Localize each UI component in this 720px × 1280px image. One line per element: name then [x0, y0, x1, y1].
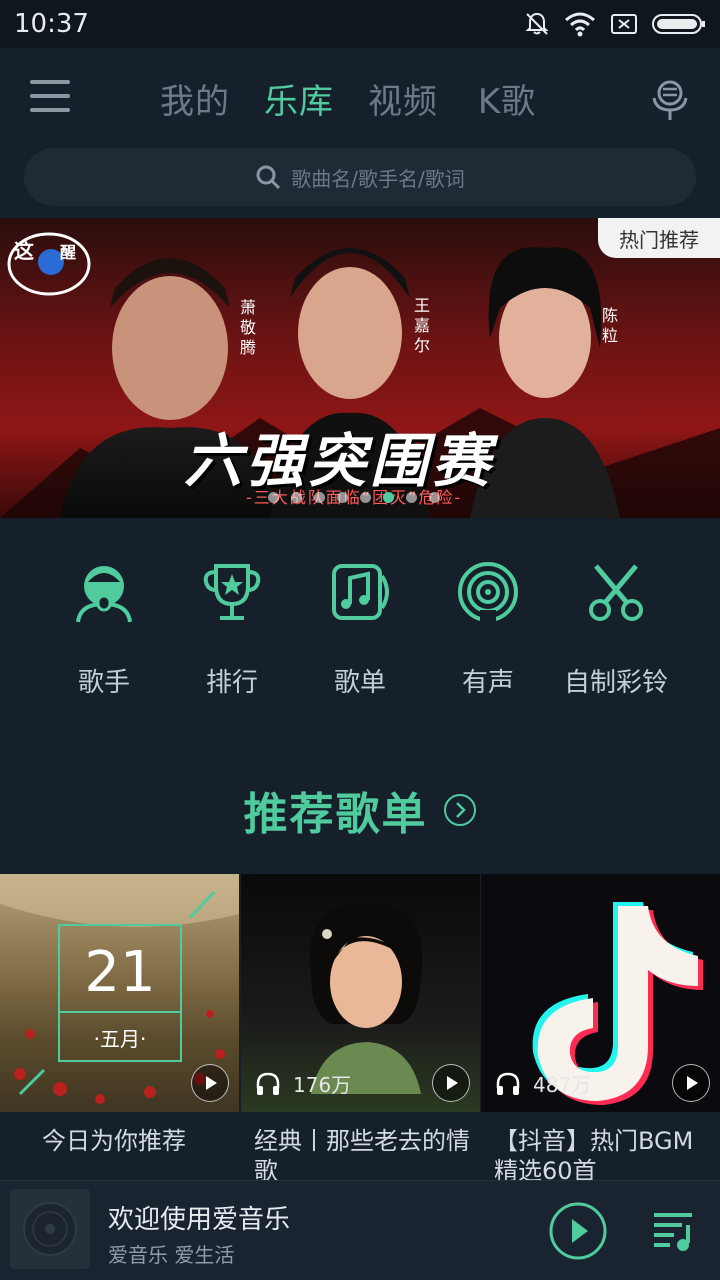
player-title: 欢迎使用爱音乐	[108, 1205, 291, 1235]
queue-list-icon[interactable]	[652, 1209, 696, 1253]
singer-name-2: 王嘉尔	[414, 296, 431, 355]
playlist-title[interactable]: 【抖音】热门BGM精选60首	[494, 1126, 712, 1182]
playlist-cards: 21 ·五月· 176万 487万	[0, 874, 720, 1112]
play-icon[interactable]	[672, 1064, 710, 1102]
status-bar: 10:37	[0, 0, 720, 48]
carousel-dot[interactable]	[360, 492, 371, 503]
carousel-dot[interactable]	[314, 492, 325, 503]
date-badge: 21 ·五月·	[58, 924, 182, 1062]
carousel-dot[interactable]	[406, 492, 417, 503]
carousel-dot[interactable]	[429, 492, 440, 503]
player-subtitle: 爱音乐 爱生活	[108, 1243, 235, 1267]
section-title: 推荐歌单	[243, 789, 428, 840]
svg-text:这: 这	[14, 239, 34, 263]
battery-icon	[652, 14, 705, 34]
playlist-titles: 今日为你推荐 经典丨那些老去的情歌 【抖音】热门BGM精选60首	[0, 1112, 720, 1182]
entry-playlists[interactable]: 歌单	[296, 560, 424, 699]
headphones-icon	[496, 1072, 520, 1095]
classic-cover-art	[309, 902, 423, 1094]
playlist-card-douyin[interactable]: 487万	[481, 874, 720, 1112]
voice-search-icon[interactable]	[650, 76, 690, 122]
tab-karaoke[interactable]: K歌	[472, 74, 542, 123]
show-logo: 这 醒	[7, 232, 91, 296]
scissors-icon	[589, 564, 643, 621]
playlist-card-classic[interactable]: 176万	[241, 874, 480, 1112]
playlist-card-daily[interactable]: 21 ·五月·	[0, 874, 239, 1112]
chevron-right-icon	[443, 794, 476, 826]
main-tabs: 我的 乐库 视频 K歌	[160, 74, 542, 123]
bell-muted-icon	[525, 12, 549, 35]
play-icon[interactable]	[432, 1064, 470, 1102]
carousel-dot[interactable]	[268, 492, 279, 503]
sim-off-icon	[611, 14, 637, 34]
carousel-dot[interactable]	[291, 492, 302, 503]
play-count: 176万	[255, 1069, 351, 1098]
date-month: ·五月·	[60, 1011, 180, 1052]
tab-library[interactable]: 乐库	[264, 74, 334, 123]
top-nav: 我的 乐库 视频 K歌	[0, 48, 720, 148]
mini-player[interactable]: 欢迎使用爱音乐 爱音乐 爱生活	[0, 1180, 720, 1280]
carousel-dot[interactable]	[383, 492, 394, 503]
playlist-icon	[332, 564, 389, 620]
search-icon	[256, 165, 281, 190]
entry-label: 有声	[461, 668, 514, 698]
play-count-value: 487万	[533, 1073, 592, 1097]
menu-icon[interactable]	[30, 80, 70, 116]
playlist-title[interactable]: 今日为你推荐	[42, 1126, 260, 1182]
wifi-icon	[565, 12, 595, 37]
broadcast-icon	[458, 562, 518, 624]
promo-banner[interactable]: 这 醒 萧敬腾 王嘉尔 陈粒 热门推荐 六强突围赛 -三大战队面临“团灭”危险-	[0, 218, 720, 518]
recommended-section-header[interactable]: 推荐歌单	[0, 778, 720, 842]
singer-name-3: 陈粒	[602, 306, 619, 345]
status-time: 10:37	[14, 9, 89, 39]
date-day: 21	[84, 940, 156, 1005]
entry-label: 排行	[205, 668, 258, 698]
vinyl-icon	[23, 1202, 77, 1256]
entry-label: 自制彩铃	[563, 668, 668, 698]
entry-audio[interactable]: 有声	[424, 560, 552, 699]
tab-video[interactable]: 视频	[368, 74, 438, 123]
tab-mine[interactable]: 我的	[160, 74, 230, 123]
carousel-dots	[268, 492, 440, 503]
headphones-icon	[256, 1072, 280, 1095]
play-button-icon[interactable]	[548, 1201, 608, 1261]
singer-icon	[76, 566, 132, 623]
trophy-icon	[203, 564, 261, 620]
svg-text:醒: 醒	[60, 243, 76, 262]
singer-name-1: 萧敬腾	[240, 298, 257, 357]
entry-charts[interactable]: 排行	[168, 560, 296, 699]
playlist-title[interactable]: 经典丨那些老去的情歌	[254, 1126, 472, 1182]
play-count: 487万	[495, 1069, 591, 1098]
play-count-value: 176万	[293, 1073, 352, 1097]
entry-label: 歌手	[77, 668, 130, 698]
hot-recommend-badge: 热门推荐	[598, 218, 720, 258]
quick-entries: 歌手 排行 歌单 有声 自制彩铃	[0, 560, 720, 710]
album-cover	[10, 1189, 90, 1269]
entry-ringtone[interactable]: 自制彩铃	[552, 560, 680, 699]
play-icon[interactable]	[191, 1064, 229, 1102]
entry-label: 歌单	[333, 668, 386, 698]
entry-singers[interactable]: 歌手	[40, 560, 168, 699]
carousel-dot[interactable]	[337, 492, 348, 503]
search-placeholder: 歌曲名/歌手名/歌词	[291, 166, 465, 191]
search-bar[interactable]: 歌曲名/歌手名/歌词	[24, 148, 696, 206]
